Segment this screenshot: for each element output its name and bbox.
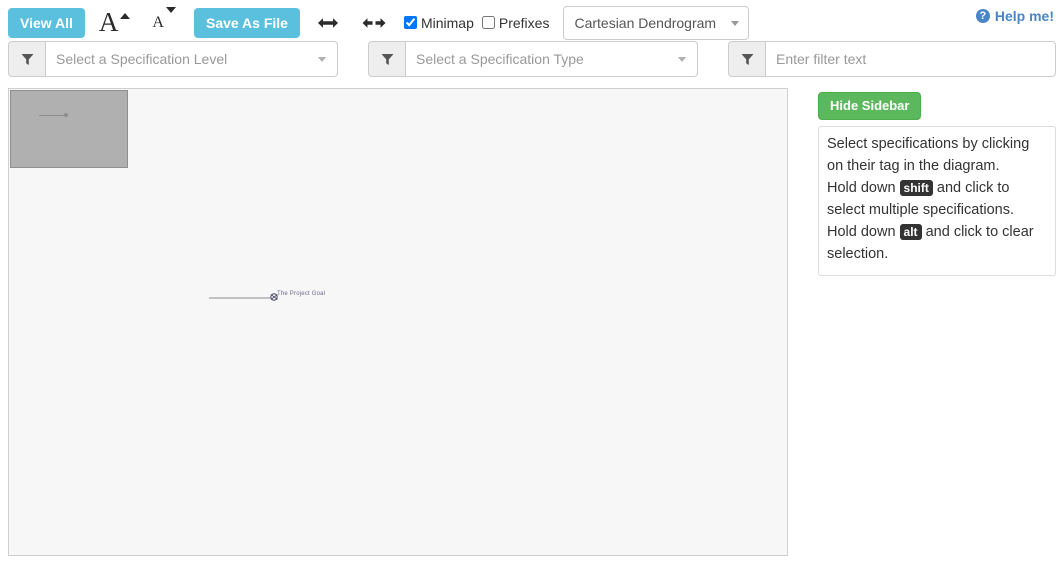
- filter-funnel-icon-level[interactable]: [8, 41, 45, 77]
- hide-sidebar-button[interactable]: Hide Sidebar: [818, 92, 922, 120]
- font-increase-icon: A: [98, 7, 119, 37]
- diagram-canvas[interactable]: The Project Goal: [8, 88, 788, 556]
- filter-funnel-icon-type[interactable]: [368, 41, 405, 77]
- expand-horizontal-button[interactable]: [314, 11, 342, 35]
- caret-down-icon: [165, 6, 176, 13]
- collapse-horizontal-button[interactable]: [360, 11, 388, 35]
- sidebar-help-line-2-prefix: Hold down: [827, 180, 896, 196]
- sidebar: Hide Sidebar Select specifications by cl…: [818, 92, 1056, 276]
- spec-level-select[interactable]: Select a Specification Level: [45, 41, 338, 77]
- spec-level-filter-group: Select a Specification Level: [8, 41, 338, 77]
- arrows-inward-icon: [362, 17, 386, 28]
- font-decrease-icon: A: [152, 13, 164, 31]
- help-link[interactable]: ? Help me!: [975, 8, 1054, 24]
- help-label: Help me!: [994, 8, 1054, 24]
- prefixes-checkbox-label[interactable]: Prefixes: [481, 14, 550, 31]
- chevron-down-icon-level: [318, 57, 326, 62]
- sidebar-help-line-3-prefix: Hold down: [827, 224, 896, 240]
- toolbar: View All A A Save As File Minimap Prefix…: [0, 0, 1064, 45]
- spec-type-select[interactable]: Select a Specification Type: [405, 41, 698, 77]
- funnel-icon: [741, 53, 753, 65]
- save-as-file-button[interactable]: Save As File: [193, 7, 300, 38]
- layout-select-wrap[interactable]: Cartesian Dendrogram: [563, 5, 750, 40]
- alt-key-badge: alt: [899, 224, 922, 240]
- question-mark-icon: ?: [975, 9, 990, 23]
- spec-type-placeholder: Select a Specification Type: [416, 51, 584, 67]
- minimap-checkbox[interactable]: [403, 16, 417, 29]
- sidebar-help-panel: Select specifications by clicking on the…: [818, 126, 1056, 276]
- sidebar-help-line-1: Select specifications by clicking on the…: [827, 136, 1030, 174]
- sidebar-help-line-3: Hold down alt and click to clear selecti…: [827, 221, 1047, 265]
- minimap-node: [64, 113, 68, 117]
- spec-level-placeholder: Select a Specification Level: [56, 51, 228, 67]
- spec-type-filter-group: Select a Specification Type: [368, 41, 698, 77]
- view-all-button[interactable]: View All: [8, 7, 85, 38]
- prefixes-checkbox[interactable]: [481, 16, 495, 29]
- minimap-checkbox-label[interactable]: Minimap: [403, 14, 474, 31]
- minimap-label: Minimap: [420, 14, 474, 31]
- layout-select[interactable]: Cartesian Dendrogram: [563, 5, 750, 40]
- funnel-icon: [381, 53, 393, 65]
- filter-text-input[interactable]: Enter filter text: [765, 41, 1056, 77]
- sidebar-help-line-2: Hold down shift and click to select mult…: [827, 177, 1047, 221]
- chevron-down-icon-type: [678, 57, 686, 62]
- minimap-branch: [39, 115, 65, 116]
- caret-up-icon: [120, 13, 131, 19]
- filter-text-placeholder: Enter filter text: [776, 51, 867, 67]
- text-filter-group: Enter filter text: [728, 41, 1056, 77]
- arrows-left-right-icon: [317, 17, 338, 28]
- shift-key-badge: shift: [899, 180, 933, 196]
- font-increase-button[interactable]: A: [95, 9, 135, 36]
- filter-bar: Select a Specification Level Select a Sp…: [0, 41, 1064, 78]
- minimap[interactable]: [10, 90, 128, 168]
- filter-funnel-icon-text[interactable]: [728, 41, 765, 77]
- prefixes-label: Prefixes: [498, 14, 550, 31]
- font-decrease-button[interactable]: A: [148, 6, 180, 31]
- funnel-icon: [21, 53, 33, 65]
- dendrogram-node-label[interactable]: The Project Goal: [277, 291, 325, 297]
